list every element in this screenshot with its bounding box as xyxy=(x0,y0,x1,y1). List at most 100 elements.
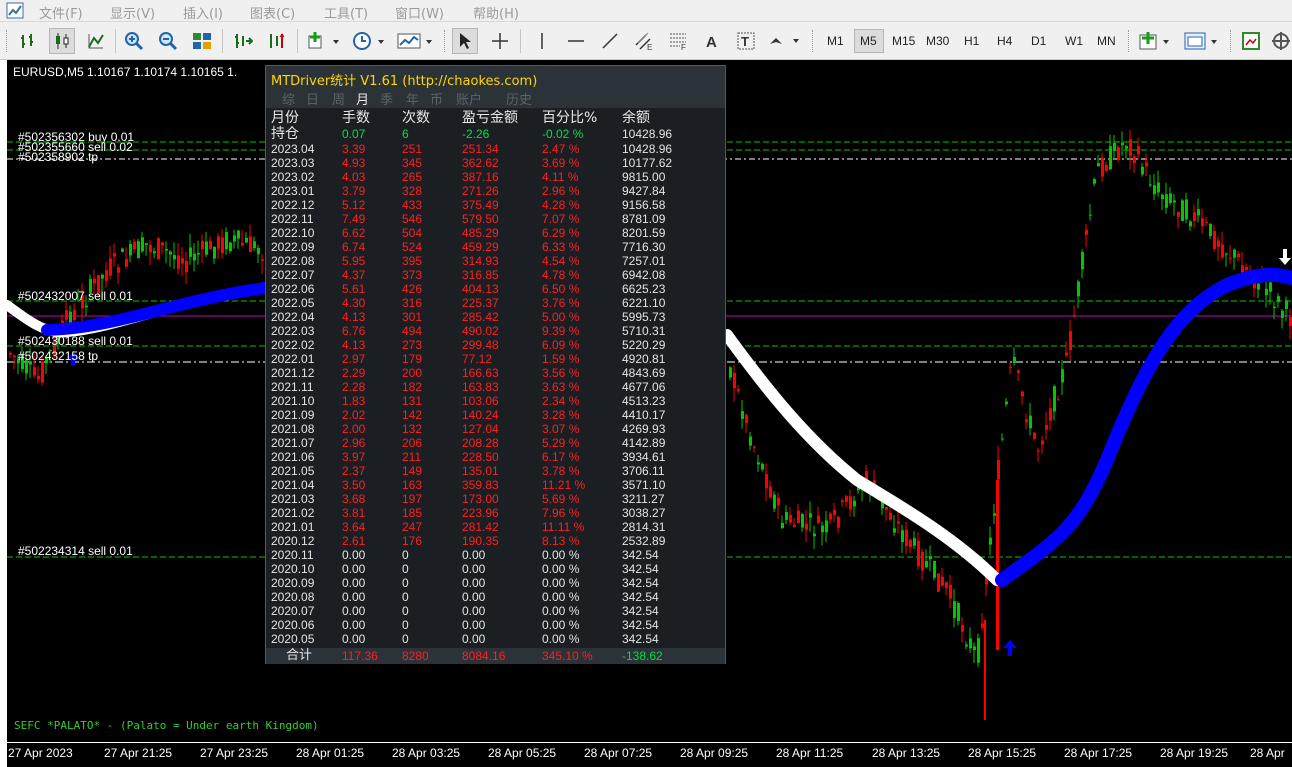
cell-month: 2021.07 xyxy=(271,436,315,450)
fibonacci-icon[interactable]: F xyxy=(666,28,690,54)
cell-balance: 342.54 xyxy=(622,618,659,632)
horizontal-line-icon[interactable] xyxy=(564,28,588,54)
candle-body xyxy=(85,305,88,308)
templates-icon[interactable] xyxy=(396,28,436,54)
crosshair-icon[interactable] xyxy=(488,28,512,54)
candle-body xyxy=(993,513,996,516)
menu-help[interactable]: 帮助(H) xyxy=(473,3,519,22)
periods-icon[interactable] xyxy=(350,28,388,54)
candle-body xyxy=(761,463,764,470)
cell-lots: 4.13 xyxy=(342,338,366,352)
candle-body xyxy=(853,500,856,507)
timeframe-m30[interactable]: M30 xyxy=(926,34,949,48)
tab-currency[interactable]: 币 xyxy=(430,89,443,108)
cell-balance: 342.54 xyxy=(622,548,659,562)
candle-body xyxy=(897,521,900,524)
order-label[interactable]: #502432007 sell 0.01 xyxy=(18,289,133,303)
screenshot-icon[interactable] xyxy=(1238,28,1264,54)
menu-insert[interactable]: 插入(I) xyxy=(183,3,223,22)
timeframe-m1[interactable]: M1 xyxy=(827,34,844,48)
candle-body xyxy=(941,576,944,586)
timeframe-m5[interactable]: M5 xyxy=(860,34,877,48)
cell-month: 2022.05 xyxy=(271,296,315,310)
new-chart-icon[interactable] xyxy=(1136,28,1174,54)
tab-month[interactable]: 月 xyxy=(356,89,369,108)
menu-charts[interactable]: 图表(C) xyxy=(250,3,295,22)
cell-percent: 0.00 % xyxy=(542,576,580,590)
menu-window[interactable]: 窗口(W) xyxy=(395,3,444,22)
order-label[interactable]: #502234314 sell 0.01 xyxy=(18,544,133,558)
channel-icon[interactable]: E xyxy=(632,28,656,54)
tab-account[interactable]: 账户 xyxy=(456,89,482,108)
timeframe-w1[interactable]: W1 xyxy=(1065,34,1083,48)
candle-body xyxy=(1125,146,1128,149)
cell-trades: 0 xyxy=(402,604,409,618)
zoom-out-icon[interactable] xyxy=(156,28,180,54)
candle-body xyxy=(1285,300,1288,309)
candle-body xyxy=(153,251,156,254)
menu-view[interactable]: 显示(V) xyxy=(110,3,155,22)
cell-profit: 485.29 xyxy=(462,226,499,240)
tile-windows-icon[interactable] xyxy=(190,28,214,54)
stats-panel[interactable]: MTDriver统计 V1.61 (http://chaokes.com) 综 … xyxy=(265,65,726,664)
indicators-icon[interactable] xyxy=(306,28,342,54)
stats-month-row: 2021.12 2.29 200 166.63 3.56 % 4843.69 xyxy=(266,366,725,380)
menu-tools[interactable]: 工具(T) xyxy=(324,3,368,22)
svg-text:F: F xyxy=(681,43,686,51)
cell-month: 2020.11 xyxy=(271,548,314,562)
candle-body xyxy=(781,522,784,529)
vertical-line-icon[interactable] xyxy=(530,28,554,54)
candle-body xyxy=(1117,147,1120,160)
text-label-icon[interactable]: T xyxy=(734,28,758,54)
price-chart[interactable]: EURUSD,M5 1.10167 1.10174 1.10165 1. #50… xyxy=(0,60,1292,767)
cursor-icon[interactable] xyxy=(452,28,478,54)
candle-body xyxy=(257,247,260,255)
timeframe-mn[interactable]: MN xyxy=(1097,34,1116,48)
zoom-in-icon[interactable] xyxy=(122,28,146,54)
cell-percent: 4.11 % xyxy=(542,170,579,184)
cell-month: 2021.06 xyxy=(271,450,315,464)
profiles-icon[interactable] xyxy=(1182,28,1222,54)
tab-day[interactable]: 日 xyxy=(306,89,319,108)
auto-scroll-icon[interactable] xyxy=(231,28,255,54)
candle-body xyxy=(9,352,12,355)
chart-shift-icon[interactable] xyxy=(265,28,289,54)
line-chart-icon[interactable] xyxy=(84,28,108,54)
cell-month: 2021.12 xyxy=(271,366,315,380)
cell-balance: 10428.96 xyxy=(622,142,673,156)
candle-body xyxy=(37,375,40,380)
tab-summary[interactable]: 综 xyxy=(282,89,295,108)
menu-file[interactable]: 文件(F) xyxy=(39,3,83,22)
strategy-tester-icon[interactable] xyxy=(1270,28,1292,54)
order-label[interactable]: #502432158 tp xyxy=(18,349,98,363)
timeframe-d1[interactable]: D1 xyxy=(1031,34,1046,48)
order-label[interactable]: #502430188 sell 0.01 xyxy=(18,334,133,348)
order-label[interactable]: #502358902 tp xyxy=(18,150,98,164)
tab-history[interactable]: 历史 xyxy=(506,89,532,108)
timeframe-h1[interactable]: H1 xyxy=(964,34,979,48)
timeframe-m15[interactable]: M15 xyxy=(892,34,915,48)
candle-body xyxy=(989,537,992,545)
candle-body xyxy=(73,309,76,321)
cell-lots: 0.00 xyxy=(342,576,366,590)
tab-year[interactable]: 年 xyxy=(406,89,419,108)
tab-quarter[interactable]: 季 xyxy=(380,89,393,108)
timeframe-h4[interactable]: H4 xyxy=(997,34,1012,48)
candle-body xyxy=(789,515,792,523)
candle-body xyxy=(957,603,960,621)
candlestick-icon[interactable] xyxy=(49,28,75,54)
tab-week[interactable]: 周 xyxy=(332,89,345,108)
candle-body xyxy=(201,240,204,250)
toolbar-grip[interactable] xyxy=(6,30,9,52)
cell-trades: 149 xyxy=(402,464,423,478)
cell-lots: 1.83 xyxy=(342,394,366,408)
arrows-icon[interactable] xyxy=(766,28,804,54)
cell-balance: 8781.09 xyxy=(622,212,666,226)
cell-trades: 433 xyxy=(402,198,423,212)
bar-chart-icon[interactable] xyxy=(16,28,40,54)
ma-line-white xyxy=(721,329,1003,586)
cell-lots: 3.39 xyxy=(342,142,366,156)
cell-lots: 6.62 xyxy=(342,226,366,240)
trendline-icon[interactable] xyxy=(598,28,622,54)
text-icon[interactable]: A xyxy=(700,28,724,54)
